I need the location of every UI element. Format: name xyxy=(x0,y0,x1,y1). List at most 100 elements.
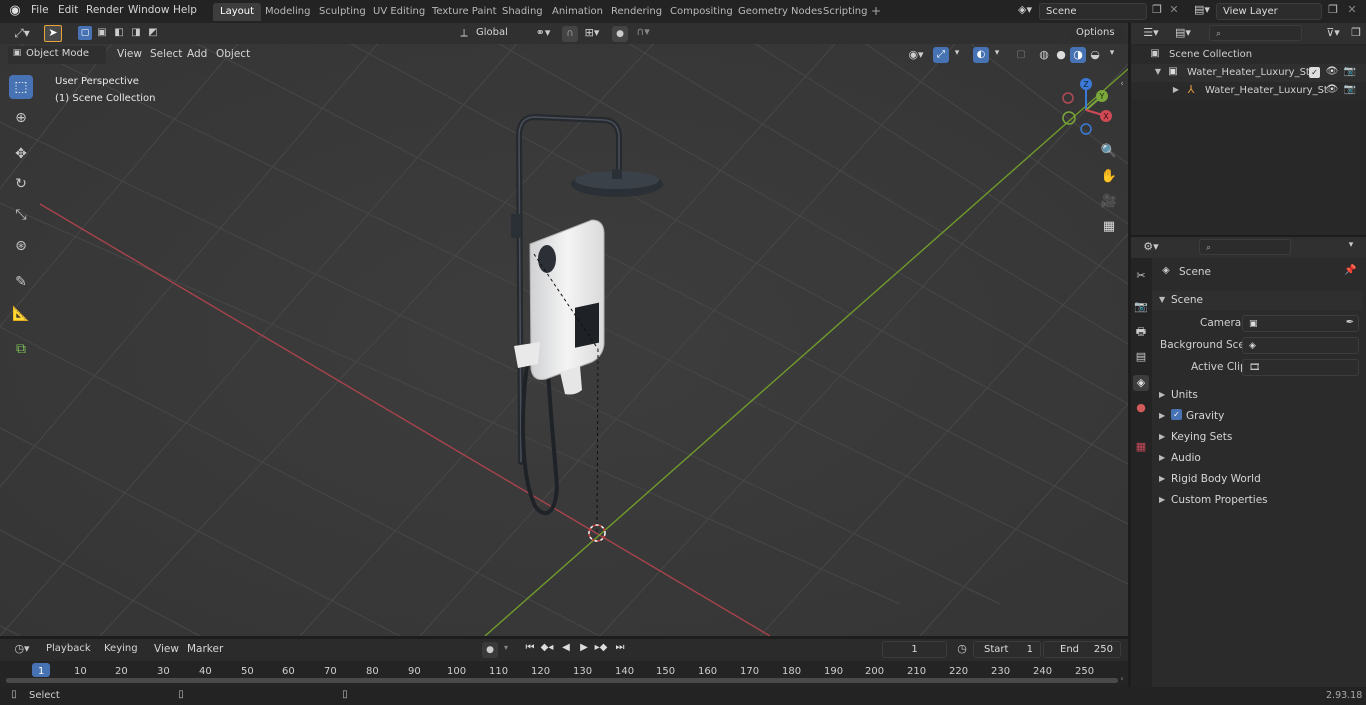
move-tool-icon[interactable]: ✥ xyxy=(9,142,33,166)
world-tab-icon[interactable]: ● xyxy=(1133,400,1149,416)
menu-edit[interactable]: Edit xyxy=(58,4,78,16)
workspace-tab-scripting[interactable]: Scripting xyxy=(816,3,874,21)
active-clip-field[interactable]: 🎞 xyxy=(1242,359,1359,376)
overlays-toggle-icon[interactable]: ◐ xyxy=(973,47,989,63)
menu-window[interactable]: Window xyxy=(128,4,169,16)
shading-rendered-icon[interactable]: ◒ xyxy=(1087,47,1103,63)
workspace-tab-sculpting[interactable]: Sculpting xyxy=(312,3,373,21)
scene-panel-header[interactable]: ▼ Scene xyxy=(1152,291,1362,310)
axis-gizmo[interactable]: Z Y X xyxy=(1056,74,1120,138)
pivot-point-icon[interactable]: ⚭▾ xyxy=(532,27,554,38)
output-tab-icon[interactable]: 🖶 xyxy=(1133,324,1149,340)
filter-icon[interactable]: ⊽▾ xyxy=(1321,27,1345,38)
navigation-gizmo[interactable]: Z Y X xyxy=(1056,74,1120,138)
xray-toggle-icon[interactable]: ▢ xyxy=(1013,47,1029,63)
outliner-editor-type-icon[interactable]: ☰▾ xyxy=(1139,27,1163,38)
workspace-tab-compositing[interactable]: Compositing xyxy=(663,3,740,21)
background-scene-field[interactable]: ◈ xyxy=(1242,337,1359,354)
select-box-tool-icon[interactable]: ⬚ xyxy=(9,75,33,99)
options-dropdown[interactable]: Options xyxy=(1070,25,1124,43)
zoom-icon[interactable]: 🔍 xyxy=(1099,142,1119,162)
new-scene-icon[interactable]: ❐ xyxy=(1150,4,1164,15)
view-layer-tab-icon[interactable]: ▤ xyxy=(1133,349,1149,365)
proportional-falloff-icon[interactable]: ∩▾ xyxy=(632,26,654,37)
select-mode-extend-icon[interactable]: ▣ xyxy=(95,26,109,40)
workspace-tab-modeling[interactable]: Modeling xyxy=(258,3,318,21)
workspace-tab-rendering[interactable]: Rendering xyxy=(604,3,669,21)
shading-solid-icon[interactable]: ● xyxy=(1053,47,1069,63)
timeline-marker-menu[interactable]: Marker xyxy=(187,643,223,655)
camera-view-icon[interactable]: 🎥 xyxy=(1099,192,1119,212)
menu-render[interactable]: Render xyxy=(86,4,123,16)
editor-type-icon[interactable]: ⤢▾ xyxy=(10,27,34,39)
jump-start-icon[interactable]: ⏮ xyxy=(523,643,537,653)
jump-prev-keyframe-icon[interactable]: ◆◂ xyxy=(540,643,554,653)
rotate-tool-icon[interactable]: ↻ xyxy=(9,172,33,196)
current-frame-field[interactable]: 1 xyxy=(882,641,947,658)
gravity-panel-header[interactable]: ▶ ✓ Gravity xyxy=(1152,407,1362,426)
new-view-layer-icon[interactable]: ❐ xyxy=(1326,4,1340,15)
preview-range-icon[interactable]: ◷ xyxy=(955,643,969,654)
ortho-toggle-icon[interactable]: ▦ xyxy=(1099,217,1119,237)
shading-material-icon[interactable]: ◑ xyxy=(1070,47,1086,63)
select-mode-intersect-icon[interactable]: ◩ xyxy=(146,26,160,40)
object-mode-dropdown[interactable]: ▣ Object Mode xyxy=(8,46,106,64)
scene-selector-icon[interactable]: ◈▾ xyxy=(1014,4,1036,15)
properties-search-field[interactable]: ⌕ xyxy=(1199,239,1291,255)
select-mode-new-icon[interactable]: ▢ xyxy=(78,26,92,40)
keying-options-icon[interactable]: ▾ xyxy=(501,644,511,652)
jump-next-keyframe-icon[interactable]: ▸◆ xyxy=(594,643,608,653)
collection-render-icon[interactable]: 📷 xyxy=(1343,67,1357,77)
playback-menu[interactable]: Playback xyxy=(40,641,96,659)
collection-visibility-icon[interactable]: 👁 xyxy=(1325,67,1339,77)
expand-triangle-icon[interactable]: ▶ xyxy=(1171,86,1181,94)
units-panel-header[interactable]: ▶ Units xyxy=(1152,386,1362,405)
rigid-body-world-panel-header[interactable]: ▶ Rigid Body World xyxy=(1152,470,1362,489)
timeline-scrollbar[interactable] xyxy=(6,678,1118,683)
gravity-checkbox[interactable]: ✓ xyxy=(1171,409,1182,420)
snap-target-icon[interactable]: ⊞▾ xyxy=(580,27,604,38)
auto-keying-icon[interactable]: ● xyxy=(482,642,498,658)
view-layer-field[interactable]: View Layer xyxy=(1216,3,1322,20)
keying-menu[interactable]: Keying xyxy=(98,641,146,659)
outliner-search-field[interactable]: ⌕ xyxy=(1209,25,1302,41)
menu-help[interactable]: Help xyxy=(173,4,197,16)
new-collection-icon[interactable]: ❐ xyxy=(1349,27,1363,38)
sidebar-toggle-icon[interactable]: ‹ xyxy=(1118,80,1126,89)
custom-properties-panel-header[interactable]: ▶ Custom Properties xyxy=(1152,491,1362,510)
workspace-tab-geometry-nodes[interactable]: Geometry Nodes xyxy=(731,3,829,21)
audio-panel-header[interactable]: ▶ Audio xyxy=(1152,449,1362,468)
select-mode-subtract-icon[interactable]: ◧ xyxy=(112,26,126,40)
blender-logo-icon[interactable]: ◉ xyxy=(8,4,22,18)
shading-options-icon[interactable]: ▾ xyxy=(1107,49,1117,58)
workspace-tab-shading[interactable]: Shading xyxy=(495,3,550,21)
transform-orientation-icon[interactable]: ⟂ xyxy=(457,27,471,38)
jump-end-icon[interactable]: ⏭ xyxy=(613,643,627,653)
exclude-checkbox-icon[interactable]: ✓ xyxy=(1309,67,1320,78)
transform-orientation-dropdown[interactable]: Global xyxy=(470,25,524,43)
workspace-tab-layout[interactable]: Layout xyxy=(213,3,261,21)
keying-sets-panel-header[interactable]: ▶ Keying Sets xyxy=(1152,428,1362,447)
annotate-tool-icon[interactable]: ✎ xyxy=(9,270,33,294)
start-frame-field[interactable]: Start 1 xyxy=(973,641,1041,658)
outliner-row-scene-collection[interactable]: ▣ Scene Collection xyxy=(1131,46,1366,64)
viewport-menu-add[interactable]: Add xyxy=(187,48,207,60)
camera-field[interactable]: ▣ ✒ xyxy=(1242,315,1359,332)
texture-tab-icon[interactable]: ▦ xyxy=(1133,439,1149,455)
transform-tool-icon[interactable]: ⊛ xyxy=(9,234,33,258)
add-workspace-icon[interactable]: + xyxy=(870,5,882,17)
select-tool-mode-icon[interactable]: ➤ xyxy=(44,25,62,42)
collapse-triangle-icon[interactable]: ▼ xyxy=(1153,68,1163,76)
visibility-selectable-icon[interactable]: ◉▾ xyxy=(903,49,929,60)
gizmo-toggle-icon[interactable]: ⤢ xyxy=(933,47,949,63)
select-mode-invert-icon[interactable]: ◨ xyxy=(129,26,143,40)
render-tab-icon[interactable]: 📷 xyxy=(1133,299,1149,315)
snap-icon[interactable]: ∩ xyxy=(562,26,578,42)
play-icon[interactable]: ▶ xyxy=(577,643,591,653)
viewport-menu-object[interactable]: Object xyxy=(216,48,250,60)
tool-tab-icon[interactable]: ✂ xyxy=(1133,268,1149,284)
pan-hand-icon[interactable]: ✋ xyxy=(1099,167,1119,187)
scale-tool-icon[interactable]: ⤡ xyxy=(9,203,33,227)
properties-editor-type-icon[interactable]: ⚙▾ xyxy=(1139,241,1163,252)
shading-wireframe-icon[interactable]: ◍ xyxy=(1036,47,1052,63)
